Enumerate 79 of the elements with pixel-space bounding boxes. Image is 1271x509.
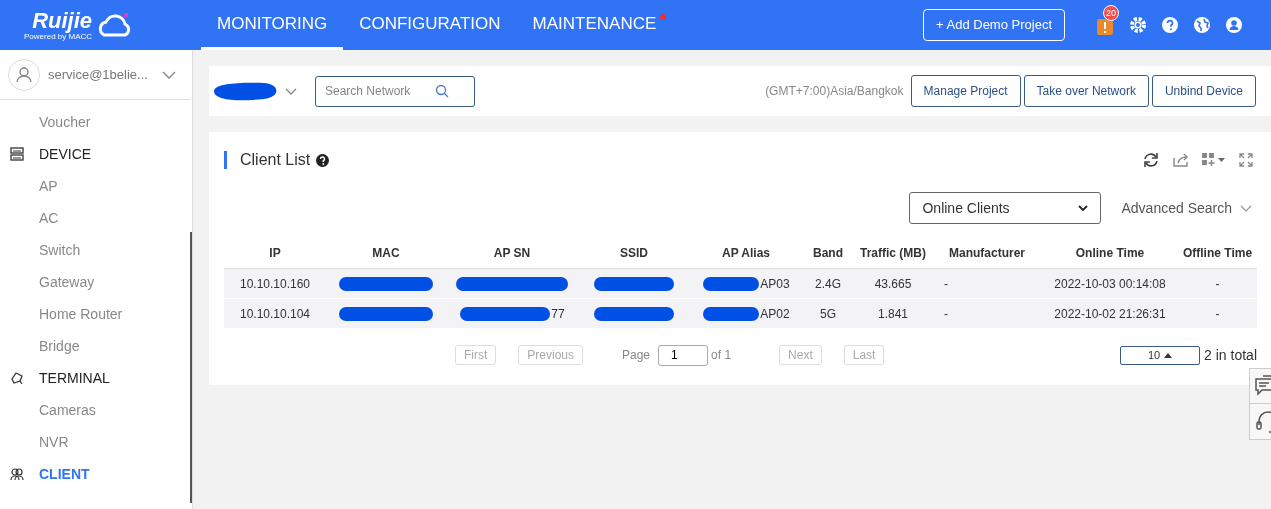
table-cell-text: 5G [820,305,836,323]
nav-tab[interactable]: CONFIGURATION [343,0,517,50]
page-label: Page [622,347,651,364]
grid-add-icon [1202,153,1226,167]
scrollbar[interactable] [190,232,192,503]
chevron-down-icon [1240,204,1252,212]
settings-icon [1129,16,1147,34]
toolbar-button[interactable]: Manage Project [910,75,1021,107]
table-cell-text: 2022-10-02 21:26:31 [1054,305,1166,323]
column-header: MAC [371,244,401,262]
table-cell-text: - [944,305,948,323]
column-header: Manufacturer [948,244,1026,262]
sidebar-section[interactable]: DEVICE [39,143,92,165]
sidebar-item[interactable]: AP [39,175,58,197]
nav-tab[interactable]: MONITORING [201,0,344,50]
users-icon [10,467,24,481]
cloud-icon [96,11,133,39]
column-header: Band [812,244,844,262]
notification-icon [1097,19,1113,35]
advanced-search-button[interactable]: Advanced Search [1121,197,1257,219]
sidebar-item[interactable]: Switch [39,239,81,261]
globe-icon [1193,16,1211,34]
search-icon [435,83,449,98]
column-header: Online Time [1074,244,1146,262]
table-cell-text: 2.4G [815,275,841,293]
card-title: Client List [240,150,311,170]
page-input[interactable]: 1 [658,344,709,366]
share-icon [1173,153,1189,167]
sidebar-item[interactable]: Gateway [39,271,95,293]
logo-wordmark: Ruijie [32,9,93,32]
sidebar-section[interactable]: TERMINAL [39,367,110,389]
help-icon [1161,16,1179,34]
table-cell-text: 10.10.10.104 [239,305,311,323]
toolbar-button[interactable]: Unbind Device [1151,75,1256,107]
chevron-down-icon [1078,204,1089,212]
filter-dropdown[interactable]: Online Clients [909,192,1102,224]
column-header: AP Alias [721,244,771,262]
caret-up-icon [1164,352,1173,358]
table-cell-text: 77 [551,305,565,323]
table-cell-text: 10.10.10.160 [239,275,311,293]
table-cell-text: AP02 [760,305,790,323]
fullscreen-icon [1239,153,1253,167]
sidebar-item[interactable]: NVR [39,431,69,453]
sidebar-item[interactable]: AC [39,207,59,229]
sidebar-section[interactable]: CLIENT [39,463,90,485]
help-icon [316,153,330,167]
toolbar-button[interactable]: Take over Network [1023,75,1149,107]
server-icon [10,147,24,161]
add-project-button[interactable]: + Add Demo Project [923,9,1065,41]
timezone-label: (GMT+7:00)Asia/Bangkok [765,83,904,100]
page-count: of 1 [711,347,732,364]
column-header: IP [268,244,282,262]
column-header: Traffic (MB) [859,244,927,262]
table-cell-text: - [1215,305,1220,323]
table-cell-text: - [944,275,948,293]
nav-tab[interactable]: MAINTENANCE [516,0,673,50]
search-field[interactable]: Search Network [315,75,475,107]
account-name: service@1belie... [48,65,149,84]
column-header: Offline Time [1181,244,1254,262]
sidebar-item[interactable]: Cameras [39,399,96,421]
total-count: 2 in total [1204,345,1257,365]
page-size-dropdown[interactable]: 10 [1120,345,1201,365]
column-header: SSID [619,244,649,262]
table-cell-text: - [1215,275,1220,293]
table-cell-text: AP03 [760,275,790,293]
user-icon [1225,16,1243,34]
refresh-icon [1142,152,1160,168]
avatar-icon [8,58,40,91]
chevron-down-icon [162,70,176,79]
title-accent-bar [224,151,227,169]
sidebar-item[interactable]: Home Router [39,303,123,325]
table-cell-text: 2022-10-03 00:14:08 [1054,275,1166,293]
table-cell-text: 43.665 [874,275,912,293]
sidebar-item[interactable]: Bridge [39,335,80,357]
column-header: AP SN [492,244,532,262]
chevron-down-icon [285,87,297,95]
notification-badge: 20 [1103,5,1119,21]
table-cell-text: 1.841 [878,305,908,323]
sidebar-item[interactable]: Voucher [39,111,91,133]
